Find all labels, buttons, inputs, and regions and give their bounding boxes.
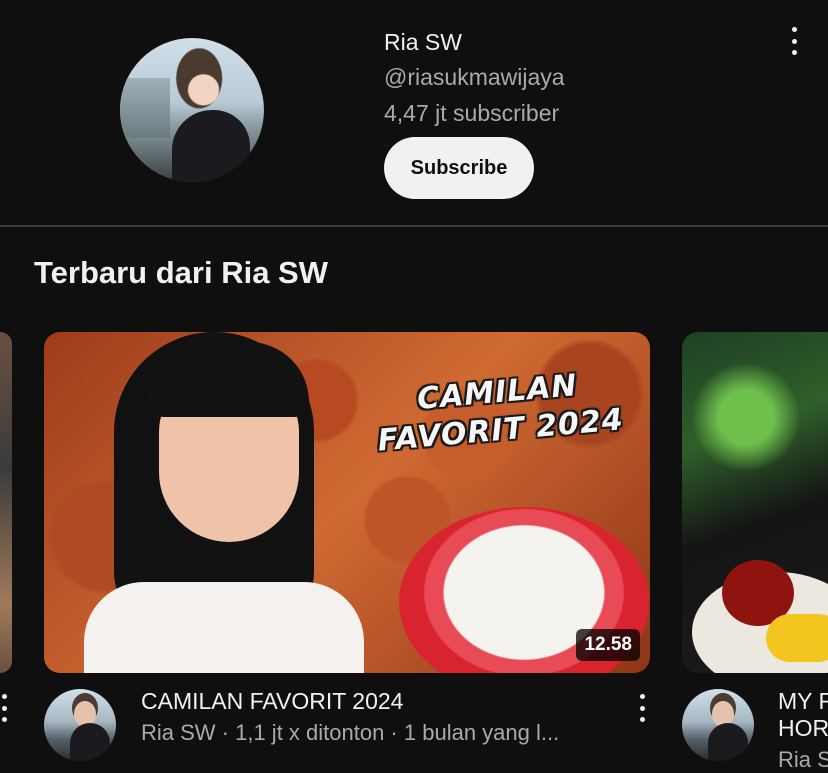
more-options-icon[interactable] [790,27,798,55]
next-video-channel-avatar[interactable] [682,689,754,761]
avatar-background [120,78,170,138]
subscribe-button[interactable]: Subscribe [384,137,534,199]
video-duration-badge: 12.58 [576,629,640,661]
video-title[interactable]: CAMILAN FAVORIT 2024 [141,688,403,715]
video-thumbnail-next[interactable] [682,332,828,673]
next-video-title-line1[interactable]: MY F [778,688,828,715]
next-video-meta: Ria S [778,747,828,772]
thumbnail-overlay-text: CAMILAN FAVORIT 2024 [376,368,625,459]
thumbnail-person [64,332,364,673]
channel-handle: @riasukmawijaya [384,64,565,90]
section-title: Terbaru dari Ria SW [34,255,328,290]
video-meta: Ria SW · 1,1 jt x ditonton · 1 bulan yan… [141,720,560,745]
channel-avatar[interactable] [120,38,264,182]
next-video-title-line2[interactable]: HOR [778,715,828,742]
channel-header: Ria SW @riasukmawijaya 4,47 jt subscribe… [0,0,828,225]
video-more-options-icon[interactable] [638,694,646,722]
video-thumbnail-previous[interactable] [0,332,12,673]
channel-name[interactable]: Ria SW [384,29,462,56]
avatar-figure [172,110,250,182]
previous-video-more-icon[interactable] [0,694,8,722]
video-thumbnail[interactable]: CAMILAN FAVORIT 2024 12.58 [44,332,650,673]
video-channel-avatar[interactable] [44,689,116,761]
subscriber-count: 4,47 jt subscriber [384,100,560,126]
divider [0,225,828,227]
